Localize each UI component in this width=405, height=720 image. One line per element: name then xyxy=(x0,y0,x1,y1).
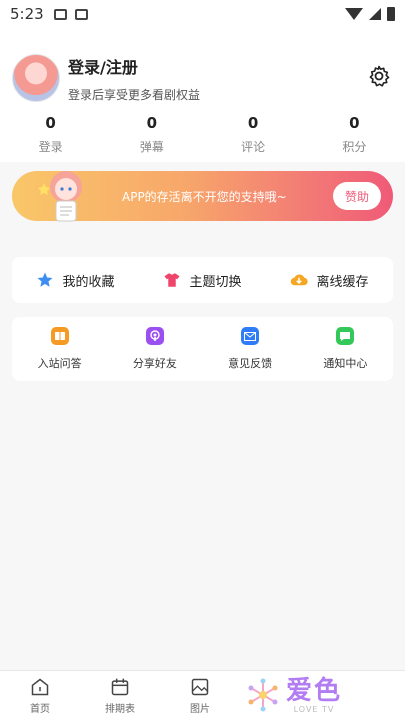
feedback-button[interactable]: 意见反馈 xyxy=(215,327,285,371)
login-subtitle: 登录后享受更多看剧权益 xyxy=(68,87,201,102)
status-time: 5:23 xyxy=(10,5,44,23)
image-icon xyxy=(191,678,209,695)
offline-cache-label: 离线缓存 xyxy=(316,274,369,290)
stat-label: 登录 xyxy=(38,140,63,154)
share-friends-button[interactable]: 分享好友 xyxy=(120,327,190,371)
feedback-label: 意见反馈 xyxy=(228,357,273,370)
chat-icon xyxy=(336,327,355,345)
stat-points[interactable]: 0 积分 xyxy=(319,114,389,162)
podcast-icon xyxy=(145,327,164,345)
mail-icon xyxy=(241,327,260,345)
nav-schedule[interactable]: 排期表 xyxy=(80,671,160,720)
theme-switch-button[interactable]: 主题切换 xyxy=(163,271,242,290)
profile-section[interactable]: 登录/注册 登录后享受更多看剧权益 xyxy=(0,28,405,104)
star-icon xyxy=(37,272,53,287)
stat-label: 积分 xyxy=(342,140,367,154)
settings-button[interactable] xyxy=(365,62,393,90)
stat-value: 0 xyxy=(146,114,158,132)
watermark-sub-text: LOVE TV xyxy=(293,704,335,714)
nav-images[interactable]: 图片 xyxy=(160,671,240,720)
stat-value: 0 xyxy=(45,114,56,132)
faq-button[interactable]: 入站问答 xyxy=(25,327,95,371)
faq-label: 入站问答 xyxy=(37,357,82,370)
gear-icon xyxy=(369,65,390,87)
watermark-logo: 爱色 LOVE TV xyxy=(246,672,366,718)
avatar[interactable] xyxy=(12,54,60,102)
favorites-button[interactable]: 我的收藏 xyxy=(36,271,115,290)
app-notification-icon xyxy=(74,8,88,20)
calendar-icon xyxy=(111,678,129,695)
book-icon xyxy=(50,327,69,345)
banner-text: APP的存活离不开您的支持哦~ xyxy=(122,190,287,204)
support-banner[interactable]: APP的存活离不开您的支持哦~ 赞助 xyxy=(12,171,393,222)
mascot-illustration xyxy=(38,171,82,222)
home-icon xyxy=(31,678,49,695)
nav-home[interactable]: 首页 xyxy=(0,671,80,720)
stat-login[interactable]: 0 登录 xyxy=(16,114,86,162)
login-register-link[interactable]: 登录/注册 xyxy=(68,54,200,78)
sponsor-button[interactable]: 赞助 xyxy=(333,182,381,210)
nav-home-label: 首页 xyxy=(30,703,50,715)
offline-cache-button[interactable]: 离线缓存 xyxy=(290,271,369,290)
nav-images-label: 图片 xyxy=(190,703,210,715)
stat-label: 评论 xyxy=(241,140,266,154)
snowflake-logo-icon xyxy=(248,678,278,712)
watermark-main-text: 爱色 xyxy=(286,675,343,706)
header: 5:23 登录/注册 登录后享受更多看剧权益 0 登录 0 弹幕 0 评论 0 … xyxy=(0,0,405,162)
notification-center-button[interactable]: 通知中心 xyxy=(310,327,380,371)
gallery-notification-icon xyxy=(53,8,67,20)
stat-value: 0 xyxy=(349,114,360,132)
stat-value: 0 xyxy=(247,114,259,132)
theme-switch-label: 主题切换 xyxy=(189,274,242,290)
stat-label: 弹幕 xyxy=(139,140,164,154)
download-icon xyxy=(291,274,309,286)
share-friends-label: 分享好友 xyxy=(132,357,177,370)
nav-schedule-label: 排期表 xyxy=(105,703,135,715)
stats-row: 0 登录 0 弹幕 0 评论 0 积分 xyxy=(0,104,405,162)
services-card: 入站问答 分享好友 意见反馈 通知中心 xyxy=(12,317,393,381)
favorites-label: 我的收藏 xyxy=(62,274,115,290)
notification-center-label: 通知中心 xyxy=(323,357,368,370)
wifi-icon xyxy=(345,8,363,20)
stat-comments[interactable]: 0 评论 xyxy=(218,114,288,162)
stat-danmaku[interactable]: 0 弹幕 xyxy=(117,114,187,162)
status-bar: 5:23 xyxy=(0,0,405,28)
signal-icon xyxy=(369,8,381,20)
battery-icon xyxy=(387,7,395,21)
quick-actions-card: 我的收藏 主题切换 离线缓存 xyxy=(12,257,393,303)
shirt-icon xyxy=(164,273,180,287)
